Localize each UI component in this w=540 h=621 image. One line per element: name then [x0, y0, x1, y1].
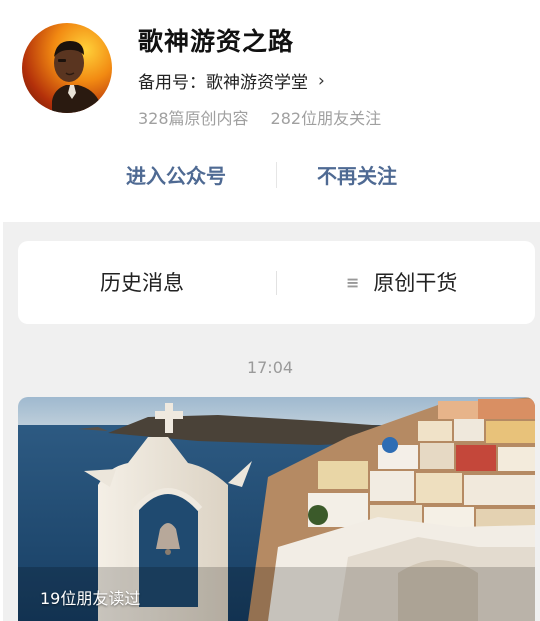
message-timestamp: 17:04 [246, 358, 294, 377]
menu-history-messages[interactable]: 历史消息 [100, 267, 184, 297]
unfollow-button[interactable]: 不再关注 [317, 160, 397, 189]
friends-follow-count: 282位朋友关注 [270, 109, 382, 128]
divider [276, 271, 277, 295]
enter-account-button[interactable]: 进入公众号 [126, 160, 226, 189]
backup-account-link[interactable]: 备用号：歌神游资学堂 › [138, 68, 325, 94]
friends-read-count: 19位朋友读过 [40, 589, 141, 608]
account-name: 歌神游资之路 [138, 27, 295, 56]
account-stats: 328篇原创内容 282位朋友关注 [138, 105, 381, 129]
article-card[interactable]: 19位朋友读过 [18, 397, 535, 621]
divider [276, 162, 277, 188]
menu-list-icon: ≡ [346, 272, 360, 292]
account-actions: 进入公众号 不再关注 [0, 150, 540, 200]
backup-account-label: 备用号：歌神游资学堂 [138, 73, 308, 93]
chevron-right-icon: › [318, 70, 325, 91]
menu-original-content[interactable]: ≡ 原创干货 [346, 267, 457, 297]
avatar[interactable] [22, 23, 112, 113]
original-content-count: 328篇原创内容 [138, 109, 249, 128]
menu-original-label: 原创干货 [373, 271, 458, 295]
profile-header: 歌神游资之路 备用号：歌神游资学堂 › 328篇原创内容 282位朋友关注 进入… [0, 0, 540, 222]
account-menu: 历史消息 ≡ 原创干货 [18, 241, 535, 324]
